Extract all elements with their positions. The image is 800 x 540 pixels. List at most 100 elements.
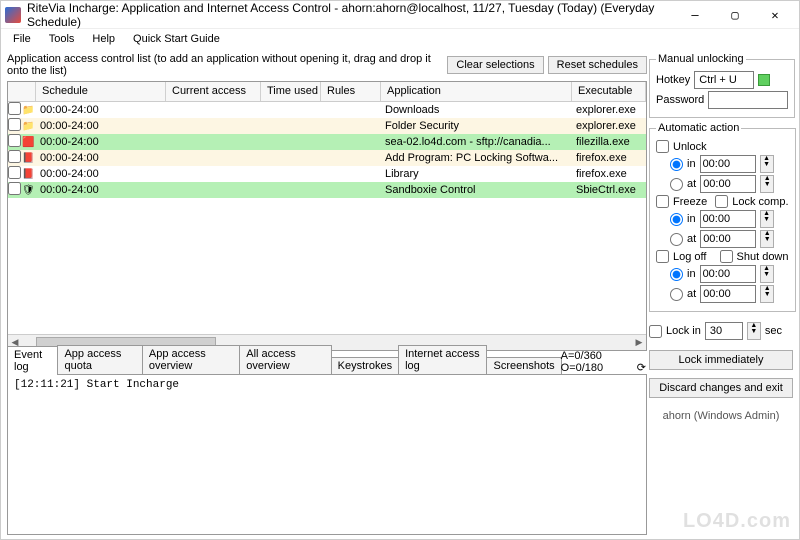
tab-app-access-quota[interactable]: App access quota bbox=[57, 345, 142, 374]
col-schedule[interactable]: Schedule bbox=[36, 82, 166, 101]
row-checkbox[interactable] bbox=[8, 150, 21, 163]
lock-in-label: Lock in bbox=[666, 325, 701, 337]
spinner-icon[interactable]: ▲▼ bbox=[760, 265, 774, 283]
refresh-icon[interactable]: ⟳ bbox=[636, 361, 647, 374]
unlock-in-radio[interactable] bbox=[670, 158, 683, 171]
spinner-icon[interactable]: ▲▼ bbox=[760, 175, 774, 193]
row-application: Sandboxie Control bbox=[381, 184, 572, 196]
col-executable[interactable]: Executable bbox=[572, 82, 646, 101]
logoff-checkbox[interactable] bbox=[656, 250, 669, 263]
row-app-icon: 📕 bbox=[22, 169, 36, 180]
tab-all-access-overview[interactable]: All access overview bbox=[239, 345, 331, 374]
unlock-in-label: in bbox=[687, 158, 696, 170]
freeze-at-time[interactable] bbox=[700, 230, 756, 248]
hotkey-field[interactable] bbox=[694, 71, 754, 89]
freeze-in-radio[interactable] bbox=[670, 213, 683, 226]
logoff-at-radio[interactable] bbox=[670, 288, 683, 301]
table-row[interactable]: 📕00:00-24:00Libraryfirefox.exe bbox=[8, 166, 646, 182]
row-app-icon: 📁 bbox=[22, 105, 36, 116]
unlock-at-radio[interactable] bbox=[670, 178, 683, 191]
row-checkbox[interactable] bbox=[8, 182, 21, 195]
spinner-icon[interactable]: ▲▼ bbox=[760, 210, 774, 228]
logoff-in-time[interactable] bbox=[700, 265, 756, 283]
menu-quick-start[interactable]: Quick Start Guide bbox=[125, 31, 228, 47]
row-schedule: 00:00-24:00 bbox=[36, 184, 166, 196]
app-icon bbox=[5, 7, 21, 23]
lock-in-sec: sec bbox=[765, 325, 782, 337]
discard-exit-button[interactable]: Discard changes and exit bbox=[649, 378, 793, 398]
table-row[interactable]: 🟥00:00-24:00 sea-02.lo4d.com - sftp://can… bbox=[8, 134, 646, 150]
logoff-in-radio[interactable] bbox=[670, 268, 683, 281]
spinner-icon[interactable]: ▲▼ bbox=[747, 322, 761, 340]
clear-selections-button[interactable]: Clear selections bbox=[447, 56, 543, 74]
tab-keystrokes[interactable]: Keystrokes bbox=[331, 357, 399, 374]
minimize-button[interactable]: — bbox=[675, 2, 715, 28]
lock-in-checkbox[interactable] bbox=[649, 325, 662, 338]
table-row[interactable]: 📕00:00-24:00Add Program: PC Locking Soft… bbox=[8, 150, 646, 166]
freeze-in-label: in bbox=[687, 213, 696, 225]
tab-app-access-overview[interactable]: App access overview bbox=[142, 345, 240, 374]
row-executable: explorer.exe bbox=[572, 104, 646, 116]
col-time-used[interactable]: Time used bbox=[261, 82, 321, 101]
table-row[interactable]: 📁00:00-24:00Downloadsexplorer.exe bbox=[8, 102, 646, 118]
unlock-checkbox[interactable] bbox=[656, 140, 669, 153]
freeze-checkbox[interactable] bbox=[656, 195, 669, 208]
row-checkbox[interactable] bbox=[8, 118, 21, 131]
spinner-icon[interactable]: ▲▼ bbox=[760, 155, 774, 173]
stats-text: A=0/360 O=0/180 bbox=[561, 350, 636, 374]
row-schedule: 00:00-24:00 bbox=[36, 168, 166, 180]
shutdown-checkbox[interactable] bbox=[720, 250, 733, 263]
lock-immediately-button[interactable]: Lock immediately bbox=[649, 350, 793, 370]
row-schedule: 00:00-24:00 bbox=[36, 136, 166, 148]
col-rules[interactable]: Rules bbox=[321, 82, 381, 101]
row-executable: explorer.exe bbox=[572, 120, 646, 132]
reset-schedules-button[interactable]: Reset schedules bbox=[548, 56, 647, 74]
unlock-at-time[interactable] bbox=[700, 175, 756, 193]
manual-unlocking-legend: Manual unlocking bbox=[656, 53, 746, 65]
scroll-right-arrow[interactable]: ▶ bbox=[632, 337, 646, 348]
row-application: Downloads bbox=[381, 104, 572, 116]
row-application: sea-02.lo4d.com - sftp://canadia... bbox=[381, 136, 572, 148]
tab-internet-access-log[interactable]: Internet access log bbox=[398, 345, 487, 374]
menu-tools[interactable]: Tools bbox=[41, 31, 83, 47]
row-executable: SbieCtrl.exe bbox=[572, 184, 646, 196]
spinner-icon[interactable]: ▲▼ bbox=[760, 285, 774, 303]
col-current-access[interactable]: Current access bbox=[166, 82, 261, 101]
row-schedule: 00:00-24:00 bbox=[36, 120, 166, 132]
row-app-icon: 📕 bbox=[22, 153, 36, 164]
window-title: RiteVia Incharge: Application and Intern… bbox=[27, 1, 675, 29]
lock-in-field[interactable] bbox=[705, 322, 743, 340]
maximize-button[interactable]: ▢ bbox=[715, 2, 755, 28]
password-label: Password bbox=[656, 94, 704, 106]
row-checkbox[interactable] bbox=[8, 102, 21, 115]
lock-comp-checkbox[interactable] bbox=[715, 195, 728, 208]
row-application: Folder Security bbox=[381, 120, 572, 132]
close-button[interactable]: ✕ bbox=[755, 2, 795, 28]
row-checkbox[interactable] bbox=[8, 134, 21, 147]
table-row[interactable]: 📁00:00-24:00Folder Securityexplorer.exe bbox=[8, 118, 646, 134]
tab-event-log[interactable]: Event log bbox=[7, 346, 58, 375]
menu-help[interactable]: Help bbox=[84, 31, 123, 47]
shutdown-label: Shut down bbox=[737, 251, 789, 263]
col-application[interactable]: Application bbox=[381, 82, 572, 101]
hint-text: Application access control list (to add … bbox=[7, 53, 443, 77]
hotkey-indicator-icon bbox=[758, 74, 770, 86]
password-field[interactable] bbox=[708, 91, 788, 109]
row-checkbox[interactable] bbox=[8, 166, 21, 179]
unlock-label: Unlock bbox=[673, 141, 707, 153]
logoff-at-time[interactable] bbox=[700, 285, 756, 303]
freeze-at-radio[interactable] bbox=[670, 233, 683, 246]
automatic-action-legend: Automatic action bbox=[656, 122, 741, 134]
hotkey-label: Hotkey bbox=[656, 74, 690, 86]
menu-file[interactable]: File bbox=[5, 31, 39, 47]
row-executable: firefox.exe bbox=[572, 152, 646, 164]
unlock-in-time[interactable] bbox=[700, 155, 756, 173]
row-app-icon: 🟥 bbox=[22, 137, 36, 148]
event-log-box[interactable]: [12:11:21] Start Incharge bbox=[7, 375, 647, 535]
freeze-at-label: at bbox=[687, 233, 696, 245]
user-line: ahorn (Windows Admin) bbox=[649, 410, 793, 422]
freeze-in-time[interactable] bbox=[700, 210, 756, 228]
tab-screenshots[interactable]: Screenshots bbox=[486, 357, 561, 374]
table-row[interactable]: 🛡00:00-24:00Sandboxie ControlSbieCtrl.ex… bbox=[8, 182, 646, 198]
spinner-icon[interactable]: ▲▼ bbox=[760, 230, 774, 248]
